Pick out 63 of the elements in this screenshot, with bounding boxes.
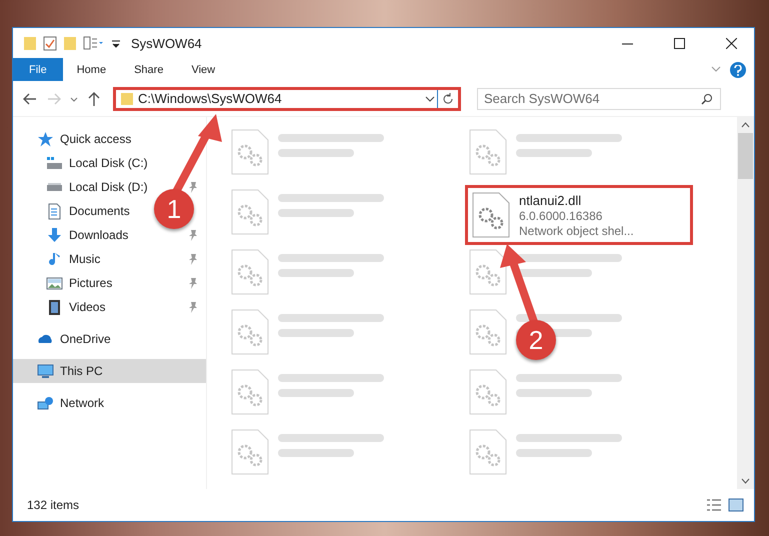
drive-win-icon — [46, 156, 63, 170]
ribbon-tab[interactable]: Home — [62, 58, 120, 81]
star-icon — [37, 130, 54, 148]
file-detail: 6.0.6000.16386 — [519, 209, 604, 223]
dll-file-icon — [230, 368, 270, 416]
sidebar-item[interactable]: Local Disk (C:) — [13, 151, 152, 175]
dll-file-icon — [468, 368, 508, 416]
dll-file-icon — [230, 308, 270, 356]
address-field[interactable]: C:\Windows\SysWOW64 — [113, 86, 461, 110]
file-name: ntlanui2.dll — [519, 193, 582, 208]
window-title: SysWOW64 — [131, 36, 202, 50]
sidebar-item[interactable]: OneDrive — [13, 327, 115, 351]
sidebar-item[interactable]: Local Disk (D:) — [13, 175, 152, 199]
pin-icon[interactable] — [188, 229, 198, 241]
sidebar-item[interactable]: This PC — [13, 359, 206, 383]
ribbon-tab[interactable]: File — [13, 58, 63, 81]
sidebar-item[interactable]: Network — [13, 391, 108, 415]
help-icon[interactable] — [730, 62, 746, 78]
drive-icon — [46, 182, 63, 192]
dll-file-icon — [468, 128, 508, 176]
file-item[interactable]: ntlanui2.dll 6.0.6000.16386 Network object shel... — [465, 185, 693, 245]
dll-file-icon — [468, 308, 508, 356]
sidebar-item[interactable]: Quick access — [13, 127, 136, 151]
folder-icon — [120, 92, 134, 106]
scroll-up-icon[interactable] — [741, 121, 750, 129]
music-icon — [48, 252, 60, 266]
pin-icon[interactable] — [188, 181, 198, 193]
dll-file-icon — [230, 248, 270, 296]
ribbon-tab[interactable]: Share — [120, 58, 178, 81]
file-detail: Network object shel... — [519, 224, 634, 238]
scroll-thumb[interactable] — [738, 133, 753, 179]
scroll-down-icon[interactable] — [741, 477, 750, 485]
sidebar-item[interactable]: Music — [13, 247, 104, 271]
pc-icon — [37, 364, 54, 378]
dll-file-icon — [471, 191, 511, 239]
dll-file-icon — [230, 428, 270, 476]
sidebar-item[interactable]: Downloads — [13, 223, 132, 247]
videos-icon — [48, 298, 61, 316]
dll-file-icon — [468, 428, 508, 476]
sidebar-item[interactable]: Pictures — [13, 271, 116, 295]
item-count: 132 items — [27, 498, 80, 512]
pin-icon[interactable] — [188, 277, 198, 289]
layout-dropdown-icon[interactable] — [83, 35, 105, 51]
dll-file-icon — [468, 248, 508, 296]
pin-icon[interactable] — [188, 301, 198, 313]
ribbon-tab[interactable]: View — [177, 58, 230, 81]
search-field[interactable]: Search SysWOW64 — [477, 88, 721, 110]
network-icon — [37, 396, 54, 410]
dll-file-icon — [230, 128, 270, 176]
pin-icon[interactable] — [188, 253, 198, 265]
pictures-icon — [46, 276, 63, 290]
dll-file-icon — [230, 188, 270, 236]
downloads-icon — [47, 227, 62, 243]
maximize-icon — [674, 38, 684, 48]
sidebar-item[interactable]: Documents — [13, 199, 134, 223]
documents-icon — [48, 202, 61, 220]
cloud-icon — [38, 334, 53, 344]
sidebar-item[interactable]: Videos — [13, 295, 110, 319]
details-view-icon[interactable] — [706, 498, 722, 512]
scrollbar[interactable] — [737, 117, 754, 489]
properties-icon[interactable] — [43, 35, 57, 51]
large-icons-view-icon[interactable] — [728, 498, 744, 512]
close-icon — [726, 38, 736, 48]
